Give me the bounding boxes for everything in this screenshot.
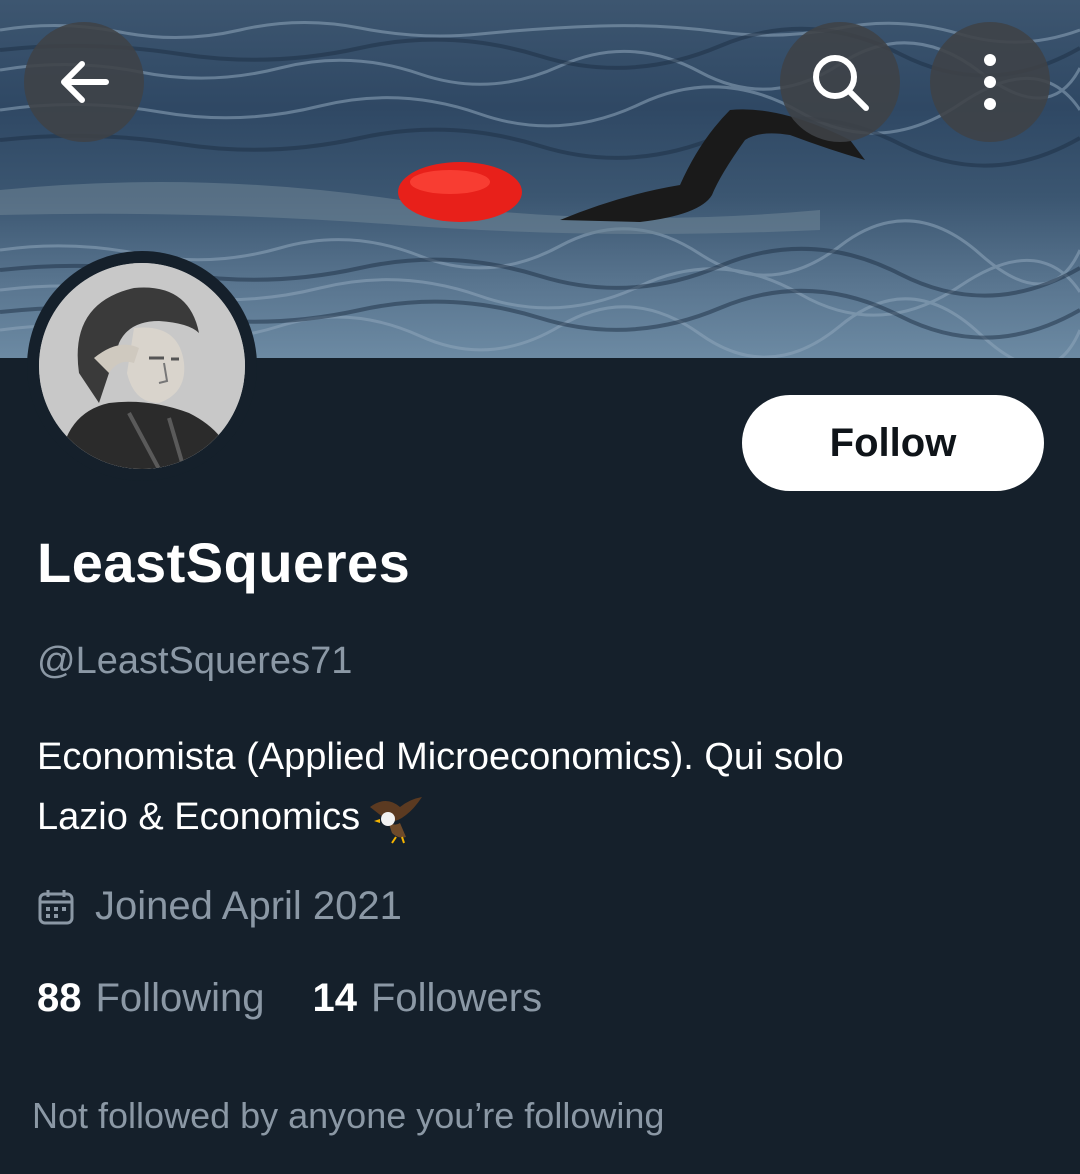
display-name: LeastSqueres bbox=[37, 531, 411, 594]
following-link[interactable]: 88 Following bbox=[37, 976, 264, 1021]
joined-date: Joined April 2021 bbox=[37, 884, 402, 929]
eagle-emoji bbox=[370, 796, 423, 844]
calendar-icon bbox=[38, 889, 74, 924]
back-button[interactable] bbox=[24, 22, 144, 142]
arrow-left-icon bbox=[61, 61, 109, 103]
handle: @LeastSqueres71 bbox=[37, 640, 353, 682]
search-button[interactable] bbox=[780, 22, 900, 142]
not-followed-notice: Not followed by anyone you’re following bbox=[32, 1095, 665, 1136]
following-count: 88 bbox=[37, 976, 82, 1020]
follow-stats: 88 Following 14 Followers bbox=[37, 976, 590, 1021]
bio-line-text: Lazio & Economics bbox=[37, 796, 361, 838]
bio-line: Economista (Applied Microeconomics). Qui… bbox=[37, 736, 844, 778]
followers-count: 14 bbox=[312, 976, 357, 1020]
followers-link[interactable]: 14 Followers bbox=[312, 976, 542, 1021]
followers-label: Followers bbox=[370, 976, 543, 1020]
joined-text: Joined April 2021 bbox=[95, 884, 402, 928]
avatar[interactable] bbox=[27, 251, 257, 481]
follow-button[interactable]: Follow bbox=[742, 395, 1044, 491]
more-button[interactable] bbox=[930, 22, 1050, 142]
following-label: Following bbox=[95, 976, 265, 1020]
avatar-image bbox=[39, 263, 245, 469]
bio-line: Lazio & Economics bbox=[37, 787, 1047, 847]
more-vertical-icon bbox=[984, 54, 996, 110]
search-icon bbox=[813, 55, 869, 111]
bio: Economista (Applied Microeconomics). Qui… bbox=[37, 727, 1047, 847]
